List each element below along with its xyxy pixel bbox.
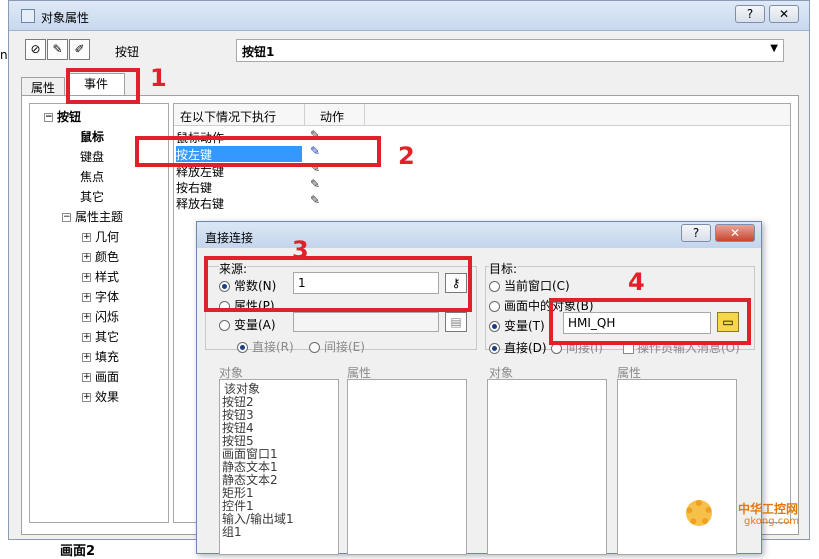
target-group-label: 目标: [489, 260, 518, 277]
tree-subitem[interactable]: + 样式 [82, 268, 119, 285]
window-title: 对象属性 [41, 11, 90, 25]
tree-subitem[interactable]: + 效果 [82, 388, 119, 405]
annotation-number-4: 4 [628, 268, 645, 296]
action-pencil-icon[interactable]: ✎ [310, 193, 320, 207]
variable-radio[interactable]: 变量(A) [219, 316, 276, 333]
watermark-url: gkong.com [744, 516, 800, 527]
target-variable-radio[interactable]: 变量(T) [489, 317, 545, 334]
column-header-action[interactable]: 动作 [320, 108, 344, 125]
radio-icon [489, 281, 500, 292]
tree-subitem[interactable]: + 几何 [82, 228, 119, 245]
tree-item-keyboard[interactable]: 键盘 [80, 148, 104, 165]
annotation-number-3: 3 [292, 236, 309, 264]
tree-item-mouse[interactable]: 鼠标 [80, 128, 104, 145]
annotation-number-2: 2 [398, 142, 415, 170]
object-type-label: 按钮 [115, 45, 140, 59]
radio-icon [219, 320, 230, 331]
radio-icon [489, 343, 500, 354]
annotation-box-2 [135, 136, 381, 167]
tree-group-property-topics[interactable]: − 属性主题 [62, 208, 123, 225]
action-pencil-icon[interactable]: ✎ [310, 177, 320, 191]
background-bottom-text: 画面2 [60, 544, 96, 559]
annotation-box-4 [549, 298, 751, 345]
help-button[interactable]: ? [735, 5, 765, 23]
dialog-title: 直接连接 [205, 231, 254, 245]
annotation-box-3 [204, 256, 472, 312]
tree-subitem[interactable]: + 颜色 [82, 248, 119, 265]
watermark-gear-icon [686, 500, 712, 526]
pin-icon[interactable]: ⊘ [25, 39, 46, 60]
target-property-list[interactable] [617, 379, 737, 555]
dialog-title-bar: 直接连接 ? ✕ [197, 222, 761, 248]
event-row[interactable]: 按右键 [176, 179, 212, 196]
tree-subitem[interactable]: + 画面 [82, 368, 119, 385]
watermark-title: 中华工控网 [738, 502, 799, 516]
current-window-radio[interactable]: 当前窗口(C) [489, 277, 570, 294]
radio-icon [489, 301, 500, 312]
radio-icon [237, 342, 248, 353]
copy-properties-icon[interactable]: ✐ [69, 39, 90, 60]
tree-subitem[interactable]: + 字体 [82, 288, 119, 305]
tree-subitem[interactable]: + 其它 [82, 328, 119, 345]
tree-subitem[interactable]: + 填充 [82, 348, 119, 365]
tab-properties[interactable]: 属性 [21, 77, 65, 97]
target-direct-radio[interactable]: 直接(D) [489, 339, 547, 356]
target-object-list[interactable] [487, 379, 607, 555]
tree-item-focus[interactable]: 焦点 [80, 168, 104, 185]
source-indirect-radio[interactable]: 间接(E) [309, 338, 365, 355]
chevron-down-icon: ▼ [770, 43, 778, 54]
close-button[interactable]: ✕ [769, 5, 799, 23]
tree-item-other[interactable]: 其它 [80, 188, 104, 205]
source-direct-radio[interactable]: 直接(R) [237, 338, 294, 355]
events-table-header: 在以下情况下执行 动作 [174, 104, 790, 126]
source-variable-browse-icon[interactable]: ▤ [445, 312, 467, 332]
dialog-help-button[interactable]: ? [681, 224, 711, 242]
source-property-list[interactable] [347, 379, 467, 555]
pipette-icon[interactable]: ✎ [47, 39, 68, 60]
source-object-list[interactable]: 该对象 按钮2 按钮3 按钮4 按钮5 画面窗口1 静态文本1 静态文本2 矩形… [219, 379, 339, 555]
event-row[interactable]: 释放右键 [176, 195, 224, 212]
radio-icon [309, 342, 320, 353]
object-name-dropdown[interactable]: 按钮1 ▼ [236, 39, 784, 62]
annotation-box-1 [66, 68, 140, 104]
window-icon [21, 9, 35, 23]
tree-root[interactable]: − 按钮 [44, 108, 81, 125]
dialog-close-button[interactable]: ✕ [715, 224, 755, 242]
annotation-number-1: 1 [150, 64, 167, 92]
column-header-condition[interactable]: 在以下情况下执行 [180, 108, 276, 125]
list-item[interactable]: 组1 [222, 526, 242, 539]
title-bar: 对象属性 ? ✕ [9, 1, 809, 31]
source-variable-input[interactable] [293, 312, 439, 332]
tree-subitem[interactable]: + 闪烁 [82, 308, 119, 325]
radio-icon [489, 321, 500, 332]
object-name-value: 按钮1 [242, 45, 275, 59]
